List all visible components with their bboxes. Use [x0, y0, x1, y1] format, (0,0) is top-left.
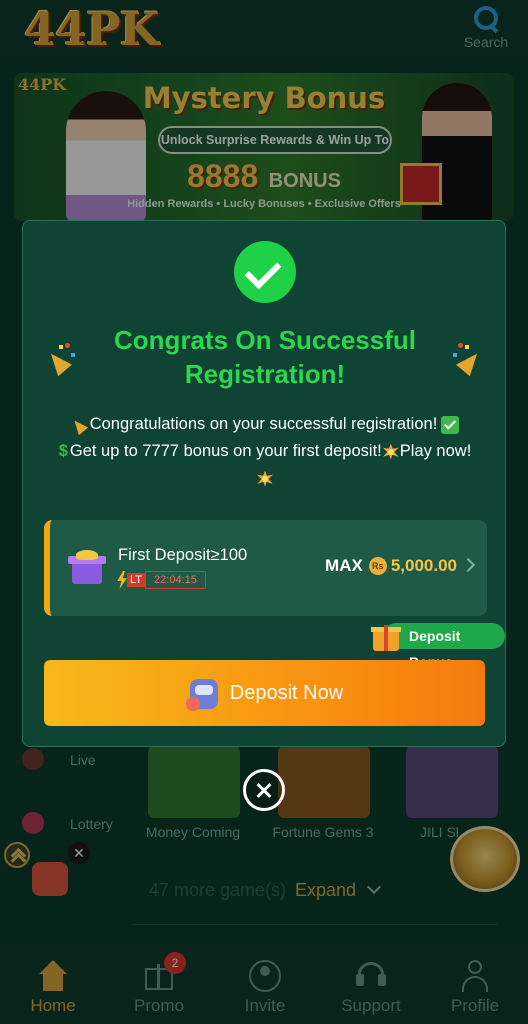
modal-message: Congratulations on your successful regis…: [43, 411, 487, 492]
modal-title: Congrats On Successful Registration!: [114, 325, 416, 389]
message-line-2: Get up to 7777 bonus on your first depos…: [69, 442, 382, 460]
offer-max-amount: MAX Rs 5,000.00: [325, 556, 457, 576]
chevron-right-icon: [460, 557, 476, 573]
deposit-now-label: Deposit Now: [229, 681, 344, 704]
registration-success-modal: Congrats On Successful Registration! Con…: [22, 220, 506, 747]
robot-icon: [185, 675, 222, 711]
sparkle-icon: [256, 470, 274, 488]
party-popper-icon: [43, 343, 77, 377]
dollar-icon: $: [58, 442, 68, 460]
message-line-2b: Play now!: [399, 442, 472, 460]
gift-box-icon: [371, 619, 401, 651]
check-mark-icon: [441, 415, 460, 434]
deposit-now-button[interactable]: Deposit Now: [44, 660, 485, 726]
sparkle-icon: [382, 443, 400, 461]
success-check-icon: [234, 241, 296, 303]
party-popper-icon: [71, 417, 89, 433]
rupee-coin-icon: Rs: [368, 557, 387, 575]
treasure-gift-icon: [68, 550, 108, 586]
countdown-timer: 22:04:15: [145, 571, 206, 589]
modal-close-button[interactable]: [243, 769, 285, 811]
party-popper-icon: [451, 343, 485, 377]
first-deposit-offer[interactable]: First Deposit≥100 LT 22:04:15 MAX Rs 5,0…: [44, 520, 487, 616]
deposit-bonus-badge: Deposit Bonus: [371, 623, 505, 670]
offer-timer: LT 22:04:15: [116, 570, 206, 590]
limited-time-tag: LT: [127, 573, 146, 587]
offer-label: First Deposit≥100: [118, 546, 248, 564]
max-value: 5,000.00: [390, 556, 457, 575]
message-line-1: Congratulations on your successful regis…: [89, 415, 438, 433]
max-label: MAX: [325, 556, 363, 575]
